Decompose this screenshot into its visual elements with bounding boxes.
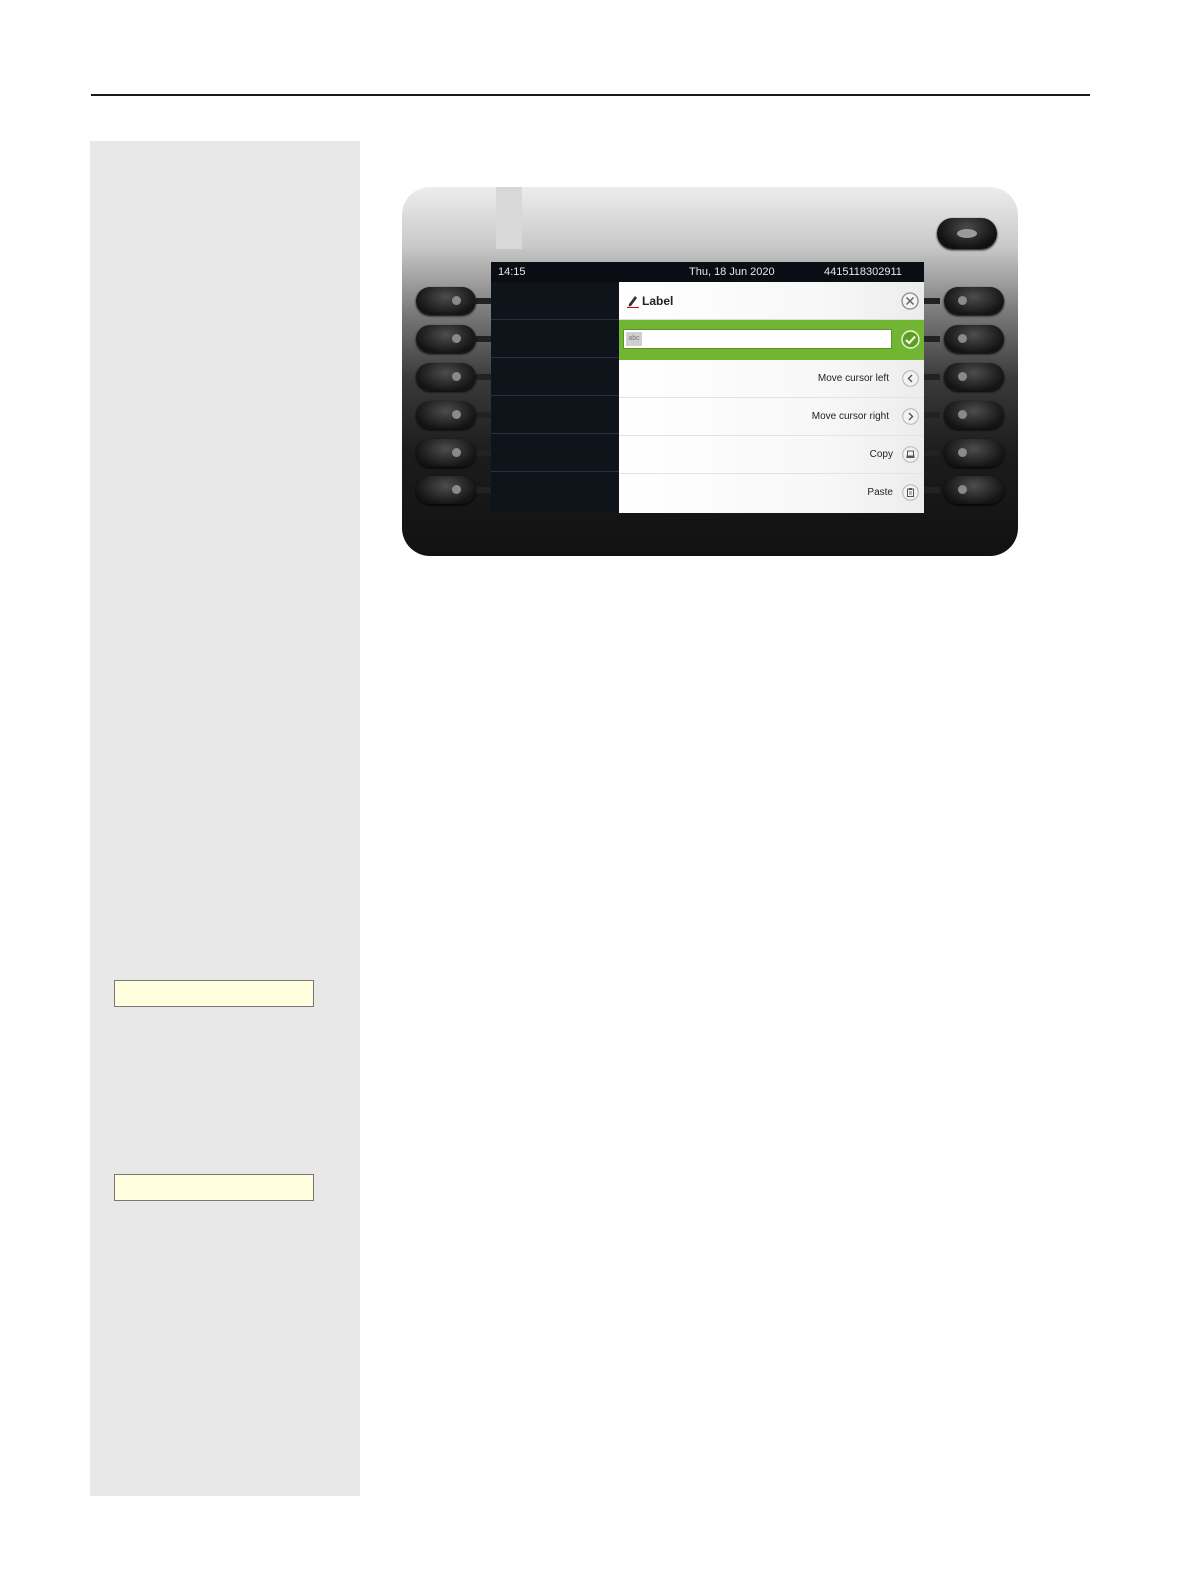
key-stem	[476, 450, 492, 456]
key-stem	[924, 298, 940, 304]
key-stem	[924, 450, 940, 456]
check-icon[interactable]	[901, 330, 920, 349]
left-softkey-column	[491, 282, 619, 513]
status-date: Thu, 18 Jun 2020	[689, 266, 775, 278]
label-input[interactable]: abc	[623, 329, 892, 349]
left-softkey-5[interactable]	[416, 439, 476, 467]
right-softkey-6[interactable]	[944, 476, 1004, 504]
key-stem	[924, 487, 940, 493]
status-bar: 14:15 Thu, 18 Jun 2020 4415118302911	[491, 262, 924, 282]
left-softkey-2[interactable]	[416, 325, 476, 353]
left-softkey-4[interactable]	[416, 401, 476, 429]
pencil-icon	[627, 296, 639, 308]
key-stem	[924, 374, 940, 380]
left-softkey-slot[interactable]	[491, 434, 619, 472]
left-softkey-3[interactable]	[416, 363, 476, 391]
softkey-label-box-2	[114, 1174, 314, 1201]
led-strip	[496, 187, 522, 249]
key-stem	[476, 487, 492, 493]
key-dot	[958, 448, 967, 457]
menu-item-label: Paste	[867, 487, 893, 498]
dialog-title: Label	[642, 294, 674, 308]
right-softkey-1[interactable]	[944, 287, 1004, 315]
key-dot	[452, 410, 461, 419]
menu-item-copy[interactable]: Copy	[619, 436, 924, 474]
menu-item-label: Copy	[869, 449, 893, 460]
key-stem	[476, 298, 492, 304]
copy-icon	[902, 446, 919, 463]
menu-item-label: Move cursor right	[811, 411, 889, 422]
key-dot	[958, 410, 967, 419]
label-input-row: abc	[619, 320, 924, 360]
status-time: 14:15	[498, 266, 526, 278]
chevron-right-icon	[902, 408, 919, 425]
right-softkey-4[interactable]	[944, 401, 1004, 429]
key-dot	[452, 296, 461, 305]
right-softkey-2[interactable]	[944, 325, 1004, 353]
dialog-header: Label	[619, 282, 924, 320]
header-rule	[91, 94, 1090, 96]
menu-item-move-cursor-right[interactable]: Move cursor right	[619, 398, 924, 436]
left-softkey-1[interactable]	[416, 287, 476, 315]
left-softkey-slot[interactable]	[491, 472, 619, 510]
key-stem	[476, 412, 492, 418]
key-dot	[452, 485, 461, 494]
home-key[interactable]	[937, 218, 997, 249]
phone-screen: 14:15 Thu, 18 Jun 2020 4415118302911 Lab…	[491, 262, 924, 513]
key-dot	[958, 372, 967, 381]
home-key-icon	[957, 229, 977, 238]
chevron-left-icon	[902, 370, 919, 387]
left-softkey-slot[interactable]	[491, 320, 619, 358]
key-dot	[958, 296, 967, 305]
menu-item-move-cursor-left[interactable]: Move cursor left	[619, 360, 924, 398]
key-dot	[958, 485, 967, 494]
key-dot	[452, 334, 461, 343]
left-softkey-slot[interactable]	[491, 358, 619, 396]
phone-display-frame: 14:15 Thu, 18 Jun 2020 4415118302911 Lab…	[402, 187, 1018, 556]
menu-item-label: Move cursor left	[817, 373, 889, 384]
left-softkey-slot[interactable]	[491, 282, 619, 320]
softkey-label-box-1	[114, 980, 314, 1007]
key-stem	[924, 336, 940, 342]
key-stem	[924, 412, 940, 418]
input-mode-icon: abc	[626, 332, 642, 346]
key-dot	[452, 448, 461, 457]
left-softkey-slot[interactable]	[491, 396, 619, 434]
sidebar-margin	[90, 141, 360, 1496]
close-icon[interactable]	[901, 292, 919, 310]
key-dot	[958, 334, 967, 343]
key-stem	[476, 374, 492, 380]
key-stem	[476, 336, 492, 342]
key-dot	[452, 372, 461, 381]
right-softkey-3[interactable]	[944, 363, 1004, 391]
status-number: 4415118302911	[824, 266, 902, 278]
menu-item-paste[interactable]: Paste	[619, 474, 924, 512]
right-softkey-5[interactable]	[944, 439, 1004, 467]
label-dialog: Label abc Move cursor left Move cursor r…	[619, 282, 924, 513]
left-softkey-6[interactable]	[416, 476, 476, 504]
paste-icon	[902, 484, 919, 501]
